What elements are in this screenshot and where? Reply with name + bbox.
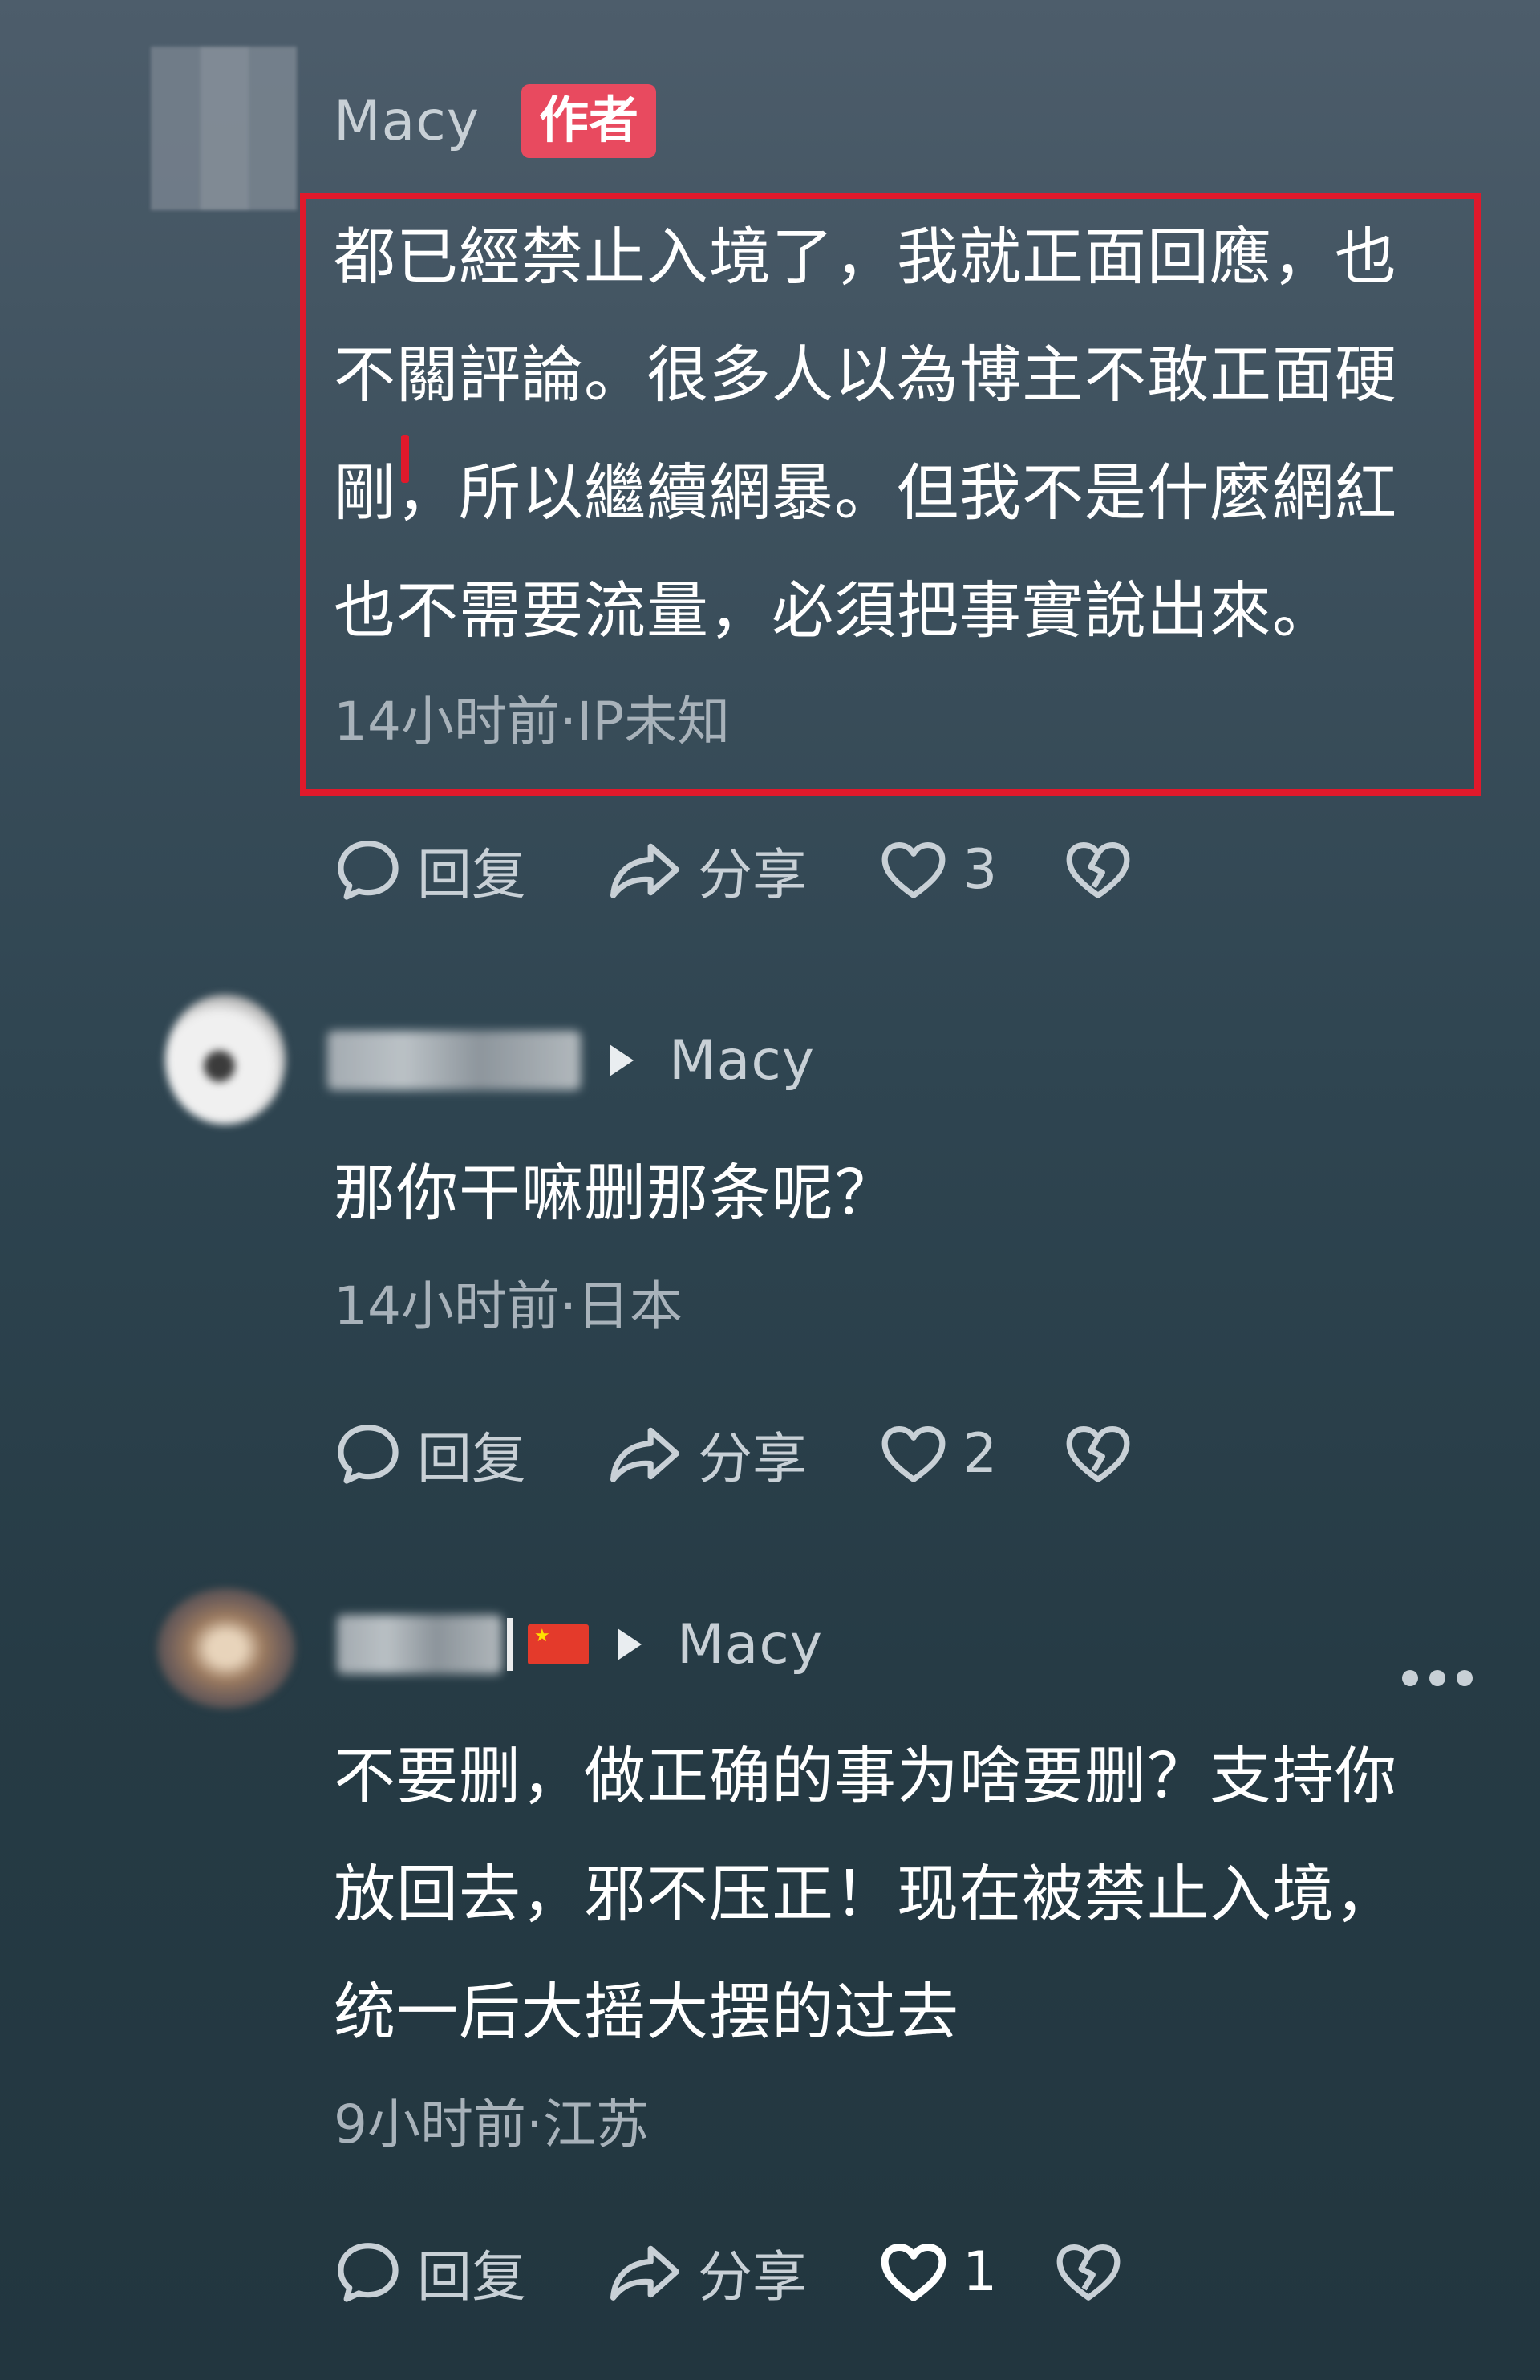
avatar[interactable] (165, 995, 286, 1125)
dislike-icon (1066, 841, 1130, 898)
reply-label: 回复 (417, 2245, 527, 2309)
reply-label: 回复 (417, 843, 527, 907)
heart-icon (881, 1425, 946, 1482)
like-count: 1 (962, 2240, 998, 2304)
play-arrow-icon (618, 1628, 642, 1660)
comment-text: 那你干嘛删那条呢？ (334, 1135, 1457, 1253)
comment-header: Macy (337, 1600, 823, 1689)
comment-meta: 9小时前·江苏 (334, 2094, 649, 2155)
dislike-icon (1066, 1425, 1130, 1482)
avatar[interactable] (157, 1588, 295, 1709)
share-button[interactable]: 分享 (606, 2232, 879, 2312)
like-button[interactable]: 2 (879, 1421, 1064, 1486)
comment-icon (338, 2243, 399, 2302)
comment-line: 剛，所以繼續網暴。但我不是什麼網紅 (334, 458, 1397, 529)
comment-line: 那你干嘛删那条呢？ (334, 1158, 897, 1230)
comment-line: 统一后大摇大摆的过去 (334, 1977, 959, 2049)
comment-text: 不要删，做正确的事为啥要删？支持你 放回去，邪不压正！现在被禁止入境， 统一后大… (334, 1718, 1457, 2072)
comment-icon (338, 841, 399, 900)
reply-button[interactable]: 回复 (334, 1414, 606, 1494)
dislike-button[interactable] (1064, 837, 1133, 902)
comment-header: Macy (327, 1016, 815, 1105)
author-badge: 作者 (521, 84, 656, 158)
reply-button[interactable]: 回复 (334, 2232, 606, 2312)
comment-text: 都已經禁止入境了，我就正面回應，也 不關評論。很多人以為博主不敢正面硬 剛，所以… (334, 199, 1457, 671)
avatar[interactable] (151, 47, 297, 210)
like-count: 2 (962, 1421, 998, 1486)
comment-meta: 14小时前·日本 (334, 1275, 683, 1337)
reply-to-name[interactable]: Macy (677, 1613, 823, 1677)
commenter-name-blurred[interactable] (337, 1615, 502, 1674)
comment-line: 也不需要流量，必須把事實說出來。 (334, 576, 1335, 647)
comment-actions: 回复 分享 3 (334, 829, 1133, 910)
share-button[interactable]: 分享 (606, 1414, 879, 1494)
comment-line: 不關評論。很多人以為博主不敢正面硬 (334, 340, 1397, 412)
name-separator (507, 1618, 513, 1671)
like-button[interactable]: 3 (879, 837, 1064, 902)
like-count: 3 (962, 837, 998, 902)
more-icon[interactable] (1402, 1670, 1473, 1686)
commenter-name[interactable]: Macy (334, 90, 480, 153)
share-label: 分享 (698, 1427, 808, 1491)
comment-actions: 回复 分享 2 (334, 1413, 1133, 1494)
comment-header: Macy 作者 (334, 77, 656, 165)
share-icon (610, 2245, 679, 2301)
reply-to-name[interactable]: Macy (669, 1029, 815, 1093)
like-button[interactable]: 1 (879, 2240, 1054, 2304)
share-label: 分享 (698, 2245, 808, 2309)
share-label: 分享 (698, 843, 808, 907)
comment-icon (338, 1425, 399, 1484)
dislike-button[interactable] (1054, 2240, 1123, 2304)
comment-meta: 14小时前·IP未知 (334, 691, 731, 752)
comment-line: 不要删，做正确的事为啥要删？支持你 (334, 1741, 1397, 1813)
commenter-name-blurred[interactable] (327, 1031, 581, 1090)
dislike-icon (1056, 2244, 1121, 2301)
comment-actions: 回复 分享 1 (334, 2232, 1123, 2312)
reply-label: 回复 (417, 1427, 527, 1491)
share-icon (610, 1427, 679, 1482)
comment-line: 放回去，邪不压正！现在被禁止入境， (334, 1859, 1397, 1931)
china-flag-icon (528, 1624, 589, 1664)
share-icon (610, 843, 679, 898)
heart-icon (881, 2244, 946, 2301)
play-arrow-icon (610, 1044, 634, 1076)
heart-icon (881, 841, 946, 898)
share-button[interactable]: 分享 (606, 830, 879, 910)
dislike-button[interactable] (1064, 1421, 1133, 1486)
reply-button[interactable]: 回复 (334, 830, 606, 910)
comment-line: 都已經禁止入境了，我就正面回應，也 (334, 222, 1397, 294)
